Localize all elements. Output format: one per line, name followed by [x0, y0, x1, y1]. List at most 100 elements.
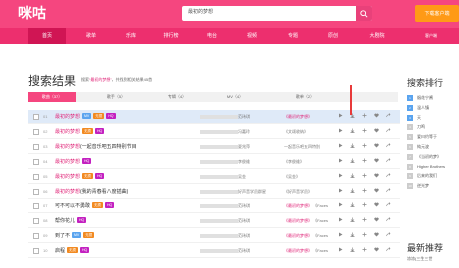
row-checkbox[interactable] — [33, 218, 39, 225]
share-icon[interactable] — [386, 247, 391, 252]
share-icon[interactable] — [386, 172, 391, 178]
album-name[interactable]: 《好声音学员》 — [284, 189, 312, 195]
artist-name[interactable]: 吴金 — [238, 174, 246, 180]
add-icon[interactable] — [362, 143, 367, 148]
badge-hq[interactable]: HQ — [77, 217, 87, 224]
download-client-button[interactable]: 下载客户端 — [415, 5, 459, 22]
badge-mv[interactable]: MV — [72, 232, 82, 239]
badge-lossless[interactable]: 无损 — [93, 113, 105, 119]
tab-mv[interactable]: MV（4） — [211, 92, 259, 102]
share-icon[interactable] — [386, 217, 391, 222]
download-icon[interactable] — [350, 217, 355, 223]
add-icon[interactable] — [362, 113, 367, 118]
logo[interactable]: 咪咕 — [18, 5, 46, 23]
tab-artists[interactable]: 歌手（5） — [86, 92, 146, 102]
album-name[interactable]: 《最初的梦想》 《Faces — [284, 233, 328, 239]
heart-icon[interactable] — [374, 143, 379, 148]
play-icon[interactable] — [338, 202, 343, 207]
song-title[interactable]: 最初的梦想(一起音乐吧五四特别节目 — [55, 143, 137, 150]
artist-name[interactable]: 范玮琪 — [238, 218, 250, 224]
row-checkbox[interactable] — [33, 128, 39, 135]
download-icon[interactable] — [350, 158, 355, 163]
artist-name[interactable]: 范玮琪 — [238, 248, 250, 254]
song-title[interactable]: 启程 无损 HQ — [55, 247, 90, 254]
search-box[interactable]: 最初的梦想 — [182, 6, 372, 21]
badge-lossless[interactable]: 无损 — [67, 247, 79, 254]
play-icon[interactable] — [338, 173, 343, 178]
add-icon[interactable] — [362, 173, 367, 178]
heart-icon[interactable] — [374, 188, 379, 193]
song-title[interactable]: 最初的梦想 HQ — [55, 157, 92, 165]
song-title[interactable]: 最初的梦想 MV 无损 HQ — [55, 113, 116, 120]
play-icon[interactable] — [338, 188, 343, 193]
nav-library[interactable]: 乐库 — [117, 28, 145, 44]
add-icon[interactable] — [362, 202, 367, 207]
artist-name[interactable]: 冯嘉玲 — [238, 129, 250, 135]
badge-mv[interactable]: MV — [82, 113, 92, 119]
badge-lossless[interactable]: 无损 — [82, 127, 94, 134]
share-icon[interactable] — [386, 232, 391, 237]
artist-name[interactable]: 夏兆萍 — [238, 144, 250, 150]
song-row[interactable]: 03 最初的梦想(一起音乐吧五四特别节目 夏兆萍 一起音乐吧五四特别 — [28, 140, 400, 154]
play-icon[interactable] — [338, 217, 343, 222]
badge-lossless[interactable]: 无损 — [83, 232, 95, 239]
heart-icon[interactable] — [374, 202, 379, 207]
artist-name[interactable]: 李俊维 — [238, 159, 250, 165]
add-icon[interactable] — [362, 247, 367, 252]
play-icon[interactable] — [338, 232, 343, 237]
tab-songs[interactable]: 歌曲（37） — [28, 92, 76, 102]
song-title[interactable]: 最初的梦想 无损 HQ — [55, 172, 105, 180]
search-button[interactable] — [356, 6, 372, 21]
nav-video[interactable]: 视频 — [238, 28, 266, 44]
heart-icon[interactable] — [374, 113, 379, 118]
share-icon[interactable] — [386, 128, 391, 133]
nav-charts[interactable]: 排行榜 — [154, 28, 188, 44]
heart-icon[interactable] — [374, 173, 379, 178]
album-name[interactable]: 《最初的梦想》 《Faces — [284, 203, 328, 209]
badge-hq[interactable]: HQ — [82, 157, 92, 164]
add-icon[interactable] — [362, 232, 367, 237]
song-title[interactable]: 帮你花儿 HQ — [55, 217, 87, 224]
badge-hq[interactable]: HQ — [95, 172, 105, 179]
song-title[interactable]: 最初的梦想 无损 HQ — [55, 127, 105, 135]
row-checkbox[interactable] — [33, 233, 39, 240]
add-icon[interactable] — [362, 217, 367, 222]
album-name[interactable]: 《文颂收纳》 — [284, 129, 308, 135]
heart-icon[interactable] — [374, 128, 379, 133]
badge-hq[interactable]: HQ — [106, 113, 116, 119]
download-icon[interactable] — [350, 173, 355, 178]
album-name[interactable]: 《最初的梦想》 — [284, 114, 312, 120]
badge-hq[interactable]: HQ — [95, 127, 105, 134]
nav-theater[interactable]: 大剧院 — [360, 28, 394, 44]
nav-home[interactable]: 首页 — [28, 28, 66, 44]
share-icon[interactable] — [386, 113, 391, 118]
share-icon[interactable] — [386, 157, 391, 163]
heart-icon[interactable] — [374, 232, 379, 237]
row-checkbox[interactable] — [33, 248, 39, 255]
song-row[interactable]: 02 最初的梦想 无损 HQ 冯嘉玲 《文颂收纳》 — [28, 125, 400, 139]
album-name[interactable]: 《吴金》 — [284, 174, 300, 180]
download-icon[interactable] — [350, 247, 355, 252]
play-icon[interactable] — [338, 247, 343, 252]
share-icon[interactable] — [386, 143, 391, 148]
song-row[interactable]: 07 可不可以不勇敢 无损 HQ 范玮琪 《最初的梦想》 《Faces — [28, 199, 400, 214]
share-icon[interactable] — [386, 187, 391, 193]
badge-hq[interactable]: HQ — [105, 202, 115, 209]
song-row[interactable]: 06 最初的梦想(我的青春看八度插曲) 好声音学员群星 《好声音学员》 — [28, 185, 400, 199]
play-icon[interactable] — [338, 143, 343, 148]
album-name[interactable]: 一起音乐吧五四特别 — [284, 144, 320, 150]
add-icon[interactable] — [362, 188, 367, 193]
download-icon[interactable] — [350, 143, 355, 148]
song-row[interactable]: 05 最初的梦想 无损 HQ 吴金 《吴金》 — [28, 170, 400, 184]
badge-hq[interactable]: HQ — [80, 247, 90, 254]
play-icon[interactable] — [338, 113, 343, 118]
row-checkbox[interactable] — [33, 158, 39, 165]
artist-name[interactable]: 范玮琪 — [238, 114, 250, 120]
badge-lossless[interactable]: 无损 — [82, 172, 94, 179]
tab-playlists[interactable]: 歌单（2） — [281, 92, 329, 102]
artist-name[interactable]: 好声音学员群星 — [238, 189, 266, 195]
row-checkbox[interactable] — [33, 203, 39, 210]
nav-topics[interactable]: 专题 — [279, 28, 307, 44]
nav-playlists[interactable]: 歌单 — [77, 28, 105, 44]
row-checkbox[interactable] — [33, 188, 39, 195]
